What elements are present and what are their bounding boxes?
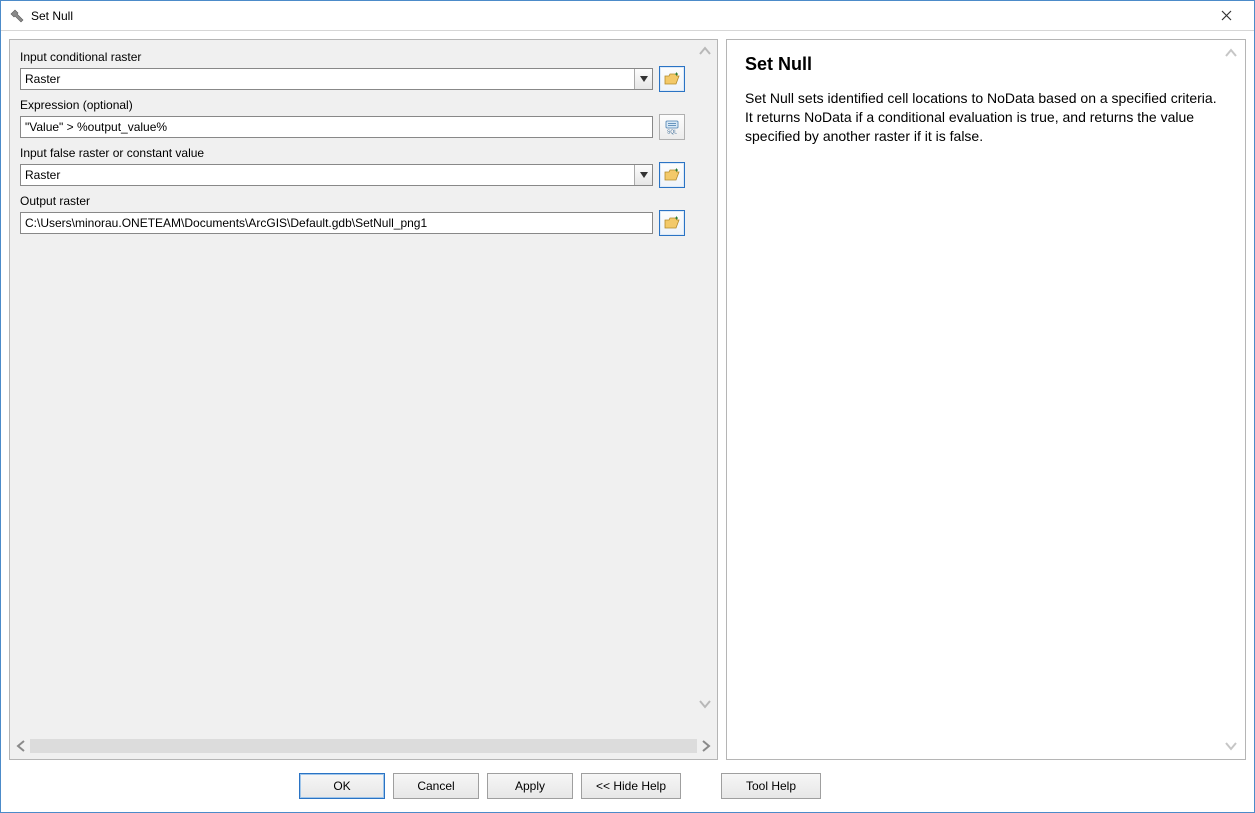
folder-open-icon	[664, 72, 680, 86]
chevron-down-icon[interactable]	[634, 69, 652, 89]
ok-button[interactable]: OK	[299, 773, 385, 799]
expression-input[interactable]	[21, 117, 652, 137]
content-area: Input conditional raster	[1, 31, 1254, 768]
parameters-panel: Input conditional raster	[9, 39, 718, 760]
chevron-down-icon	[698, 699, 712, 709]
hammer-icon	[9, 8, 25, 24]
vertical-scrollbar[interactable]	[697, 46, 713, 709]
chevron-right-icon	[701, 739, 711, 753]
horizontal-scrollbar[interactable]	[10, 737, 717, 759]
titlebar: Set Null	[1, 1, 1254, 31]
close-button[interactable]	[1206, 2, 1246, 30]
button-bar: OK Cancel Apply << Hide Help Tool Help	[1, 768, 1254, 812]
hide-help-button[interactable]: << Hide Help	[581, 773, 681, 799]
chevron-up-icon	[1224, 48, 1238, 58]
input-false-label: Input false raster or constant value	[20, 146, 685, 160]
chevron-up-icon	[698, 46, 712, 56]
input-false-combo[interactable]	[20, 164, 653, 186]
chevron-down-icon[interactable]	[634, 165, 652, 185]
input-conditional-label: Input conditional raster	[20, 50, 685, 64]
cancel-button[interactable]: Cancel	[393, 773, 479, 799]
tool-help-button[interactable]: Tool Help	[721, 773, 821, 799]
expression-label: Expression (optional)	[20, 98, 685, 112]
sql-icon: SQL	[664, 119, 680, 135]
apply-button[interactable]: Apply	[487, 773, 573, 799]
expression-field[interactable]	[20, 116, 653, 138]
folder-open-icon	[664, 168, 680, 182]
browse-conditional-button[interactable]	[659, 66, 685, 92]
help-scrollbar[interactable]	[1223, 48, 1239, 751]
help-panel: Set Null Set Null sets identified cell l…	[726, 39, 1246, 760]
input-false-input[interactable]	[21, 165, 634, 185]
help-title: Set Null	[745, 54, 1227, 75]
output-raster-field[interactable]	[20, 212, 653, 234]
input-conditional-input[interactable]	[21, 69, 634, 89]
output-raster-label: Output raster	[20, 194, 685, 208]
output-raster-input[interactable]	[21, 213, 652, 233]
chevron-left-icon	[16, 739, 26, 753]
chevron-down-icon	[1224, 741, 1238, 751]
help-body: Set Null sets identified cell locations …	[745, 89, 1227, 146]
svg-text:SQL: SQL	[667, 130, 677, 136]
browse-false-button[interactable]	[659, 162, 685, 188]
dialog-window: Set Null Input conditional raster	[0, 0, 1255, 813]
folder-open-icon	[664, 216, 680, 230]
scroll-track[interactable]	[30, 739, 697, 753]
sql-builder-button[interactable]: SQL	[659, 114, 685, 140]
input-conditional-combo[interactable]	[20, 68, 653, 90]
browse-output-button[interactable]	[659, 210, 685, 236]
form-area: Input conditional raster	[10, 40, 717, 737]
window-title: Set Null	[31, 9, 73, 23]
